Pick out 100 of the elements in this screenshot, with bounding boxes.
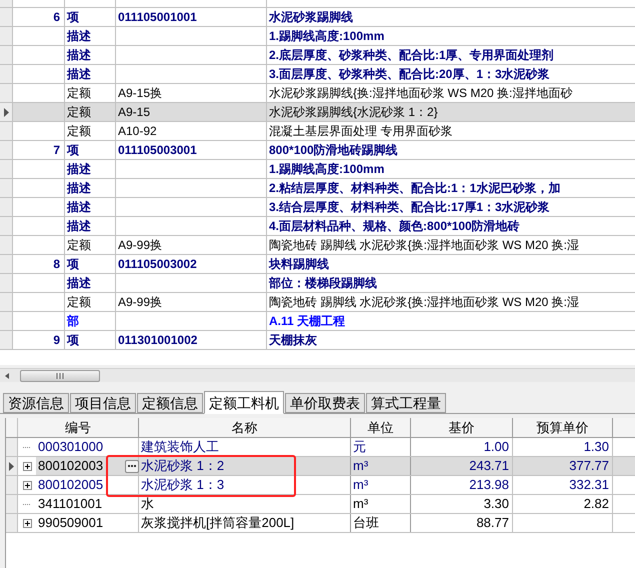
table-cell-text: 描述 bbox=[67, 180, 91, 197]
table-cell-text: 建筑装饰人工 bbox=[140, 438, 219, 456]
table-cell-text: 陶瓷地砖 踢脚线 水泥砂浆{换:湿拌地面砂浆 WS M20 换:湿 bbox=[269, 294, 580, 311]
table-cell-text: 描述 bbox=[67, 66, 91, 83]
table-cell-text: 7 bbox=[53, 142, 60, 159]
table-row[interactable]: 800102003 水泥砂浆 1：2 m³ 243.71 377.77 bbox=[6, 457, 635, 476]
table-cell-text: A.11 天棚工程 bbox=[269, 313, 346, 330]
table-cell-text: 3.面层厚度、砂浆种类、配合比:20厚、1：3水泥砂浆 bbox=[269, 66, 550, 83]
table-cell-text: 描述 bbox=[67, 275, 91, 292]
row-header[interactable] bbox=[6, 457, 18, 475]
table-cell-text: 灰浆搅拌机[拌筒容量200L] bbox=[140, 514, 294, 532]
table-row[interactable]: 000301000 建筑装饰人工 元 1.00 1.30 bbox=[6, 438, 635, 457]
table-row[interactable]: 定额 A9-99换 陶瓷地砖 踢脚线 水泥砂浆{换:湿拌地面砂浆 WS M20 换:湿 bbox=[0, 236, 635, 255]
table-row[interactable]: 8 项 011105003002 块料踢脚线 bbox=[0, 255, 635, 274]
table-row[interactable]: 7 项 011105003001 800*100防滑地砖踢脚线 bbox=[0, 141, 635, 160]
table-cell-text: 项 bbox=[67, 142, 79, 159]
table-cell-text: 描述 bbox=[67, 199, 91, 216]
table-row[interactable]: 描述 1.踢脚线高度:100mm bbox=[0, 160, 635, 179]
table-cell-text: 1.00 bbox=[484, 438, 509, 456]
row-pointer-icon bbox=[9, 462, 14, 470]
table-cell-text: 2.底层厚度、砂浆种类、配合比:1厚、专用界面处理剂 bbox=[269, 47, 554, 64]
table-row[interactable]: 描述 1.踢脚线高度:100mm bbox=[0, 27, 635, 46]
column-header: 单位 bbox=[368, 418, 394, 437]
table-row[interactable]: 定额 A9-15换 水泥砂浆踢脚线{换:湿拌地面砂浆 WS M20 换:湿拌地面砂 bbox=[0, 84, 635, 103]
table-cell-text: m³ bbox=[353, 476, 368, 494]
tree-line-icon bbox=[23, 446, 31, 448]
tab[interactable]: 项目信息 bbox=[70, 393, 136, 413]
table-cell-text: 水泥砂浆 1：3 bbox=[140, 476, 224, 494]
table-cell-text: 1.踢脚线高度:100mm bbox=[269, 161, 384, 178]
column-header: 预算单价 bbox=[536, 418, 588, 437]
table-cell-text: A9-15换 bbox=[118, 85, 162, 102]
table-cell-text: 项 bbox=[67, 9, 79, 26]
table-cell-text: 3.结合层厚度、材料种类、配合比:17厚1：3水泥砂浆 bbox=[269, 199, 550, 216]
table-cell-text: 213.98 bbox=[469, 476, 509, 494]
table-cell-text: 4.面层材料品种、规格、颜色:800*100防滑地砖 bbox=[269, 218, 520, 235]
table-cell-text: A9-15 bbox=[118, 104, 150, 121]
expand-icon[interactable] bbox=[22, 462, 32, 470]
table-cell-text: 800102003 bbox=[38, 457, 104, 476]
table-cell-text: 定额 bbox=[67, 237, 91, 254]
table-cell-text: 描述 bbox=[67, 28, 91, 45]
table-row[interactable]: 定额 A9-15 水泥砂浆踢脚线{水泥砂浆 1：2} bbox=[0, 103, 635, 122]
table-cell-text: 部 bbox=[67, 313, 79, 330]
horizontal-scrollbar[interactable] bbox=[0, 368, 635, 382]
table-cell-text: 341101001 bbox=[38, 495, 102, 514]
table-cell-text: 天棚抹灰 bbox=[269, 332, 317, 349]
table-cell-text: 水泥砂浆 1：2 bbox=[141, 457, 224, 476]
table-cell-text: 定额 bbox=[67, 104, 91, 121]
table-cell-text: 243.71 bbox=[469, 457, 509, 476]
table-cell-text: 水 bbox=[140, 495, 154, 514]
table-row[interactable]: 定额 A10-92 混凝土基层界面处理 专用界面砂浆 bbox=[0, 122, 635, 141]
table-cell-text: 定额 bbox=[67, 85, 91, 102]
table-row[interactable]: 341101001 水 m³ 3.30 2.82 bbox=[6, 495, 635, 514]
tab[interactable]: 资源信息 bbox=[3, 393, 69, 413]
table-cell-text: 定额 bbox=[67, 294, 91, 311]
table-cell-text: 011105001001 bbox=[118, 9, 197, 26]
table-row[interactable]: 9 项 011301001002 天棚抹灰 bbox=[0, 331, 635, 350]
table-cell-text: 2.粘结层厚度、材料种类、配合比:1：1水泥巴砂浆，加 bbox=[269, 180, 560, 197]
table-cell-text: 块料踢脚线 bbox=[269, 256, 329, 273]
table-row[interactable]: 描述 3.结合层厚度、材料种类、配合比:17厚1：3水泥砂浆 bbox=[0, 198, 635, 217]
scrollbar-thumb[interactable] bbox=[20, 370, 100, 382]
table-row[interactable]: 描述 3.面层厚度、砂浆种类、配合比:20厚、1：3水泥砂浆 bbox=[0, 65, 635, 84]
column-header: 编号 bbox=[65, 418, 91, 437]
table-cell-text: 水泥砂浆踢脚线{水泥砂浆 1：2} bbox=[269, 104, 438, 121]
table-cell-text: 990509001 bbox=[38, 514, 104, 532]
ellipsis-button[interactable] bbox=[125, 460, 139, 472]
table-cell-text: 描述 bbox=[67, 161, 91, 178]
row-header[interactable] bbox=[0, 103, 13, 121]
table-cell-text: 定额 bbox=[67, 123, 91, 140]
table-cell-text: 011105003001 bbox=[118, 142, 197, 159]
table-cell-text: 项 bbox=[67, 256, 79, 273]
column-header: 名称 bbox=[232, 418, 258, 437]
tab[interactable]: 定额工料机 bbox=[204, 391, 284, 414]
table-cell-text: 1.踢脚线高度:100mm bbox=[269, 28, 384, 45]
table-cell-text: 部位：楼梯段踢脚线 bbox=[269, 275, 377, 292]
table-row[interactable]: 描述 2.粘结层厚度、材料种类、配合比:1：1水泥巴砂浆，加 bbox=[0, 179, 635, 198]
table-cell-text: 8 bbox=[53, 256, 60, 273]
table-cell-text: A10-92 bbox=[118, 123, 157, 140]
table-cell-text: 2.82 bbox=[584, 495, 609, 514]
table-cell-text: 元 bbox=[353, 438, 366, 456]
table-row[interactable]: 800102005 水泥砂浆 1：3 m³ 213.98 332.31 bbox=[6, 476, 635, 495]
table-row[interactable]: 部 A.11 天棚工程 bbox=[0, 312, 635, 331]
tab[interactable]: 定额信息 bbox=[137, 393, 203, 413]
table-row[interactable]: 定额 A9-99换 陶瓷地砖 踢脚线 水泥砂浆{换:湿拌地面砂浆 WS M20 换:湿 bbox=[0, 293, 635, 312]
grip-icon bbox=[56, 372, 64, 378]
table-row[interactable]: 描述 4.面层材料品种、规格、颜色:800*100防滑地砖 bbox=[0, 217, 635, 236]
table-cell-text: A9-99换 bbox=[118, 294, 162, 311]
table-row[interactable]: 990509001 灰浆搅拌机[拌筒容量200L] 台班 88.77 bbox=[6, 514, 635, 533]
table-row[interactable]: 描述 部位：楼梯段踢脚线 bbox=[0, 274, 635, 293]
table-cell-text: 9 bbox=[53, 332, 60, 349]
expand-icon[interactable] bbox=[22, 518, 32, 528]
tab[interactable]: 算式工程量 bbox=[366, 393, 446, 413]
table-row[interactable]: 描述 2.底层厚度、砂浆种类、配合比:1厚、专用界面处理剂 bbox=[0, 46, 635, 65]
table-cell-text: m³ bbox=[353, 457, 368, 476]
table-cell-text: 项 bbox=[67, 332, 79, 349]
tab[interactable]: 单价取费表 bbox=[285, 393, 365, 413]
table-cell-text: 水泥砂浆踢脚线{换:湿拌地面砂浆 WS M20 换:湿拌地面砂 bbox=[269, 85, 572, 102]
table-cell-text: 332.31 bbox=[569, 476, 609, 494]
expand-icon[interactable] bbox=[22, 480, 32, 490]
column-header: 基价 bbox=[448, 418, 474, 437]
table-row[interactable]: 6 项 011105001001 水泥砂浆踢脚线 bbox=[0, 8, 635, 27]
